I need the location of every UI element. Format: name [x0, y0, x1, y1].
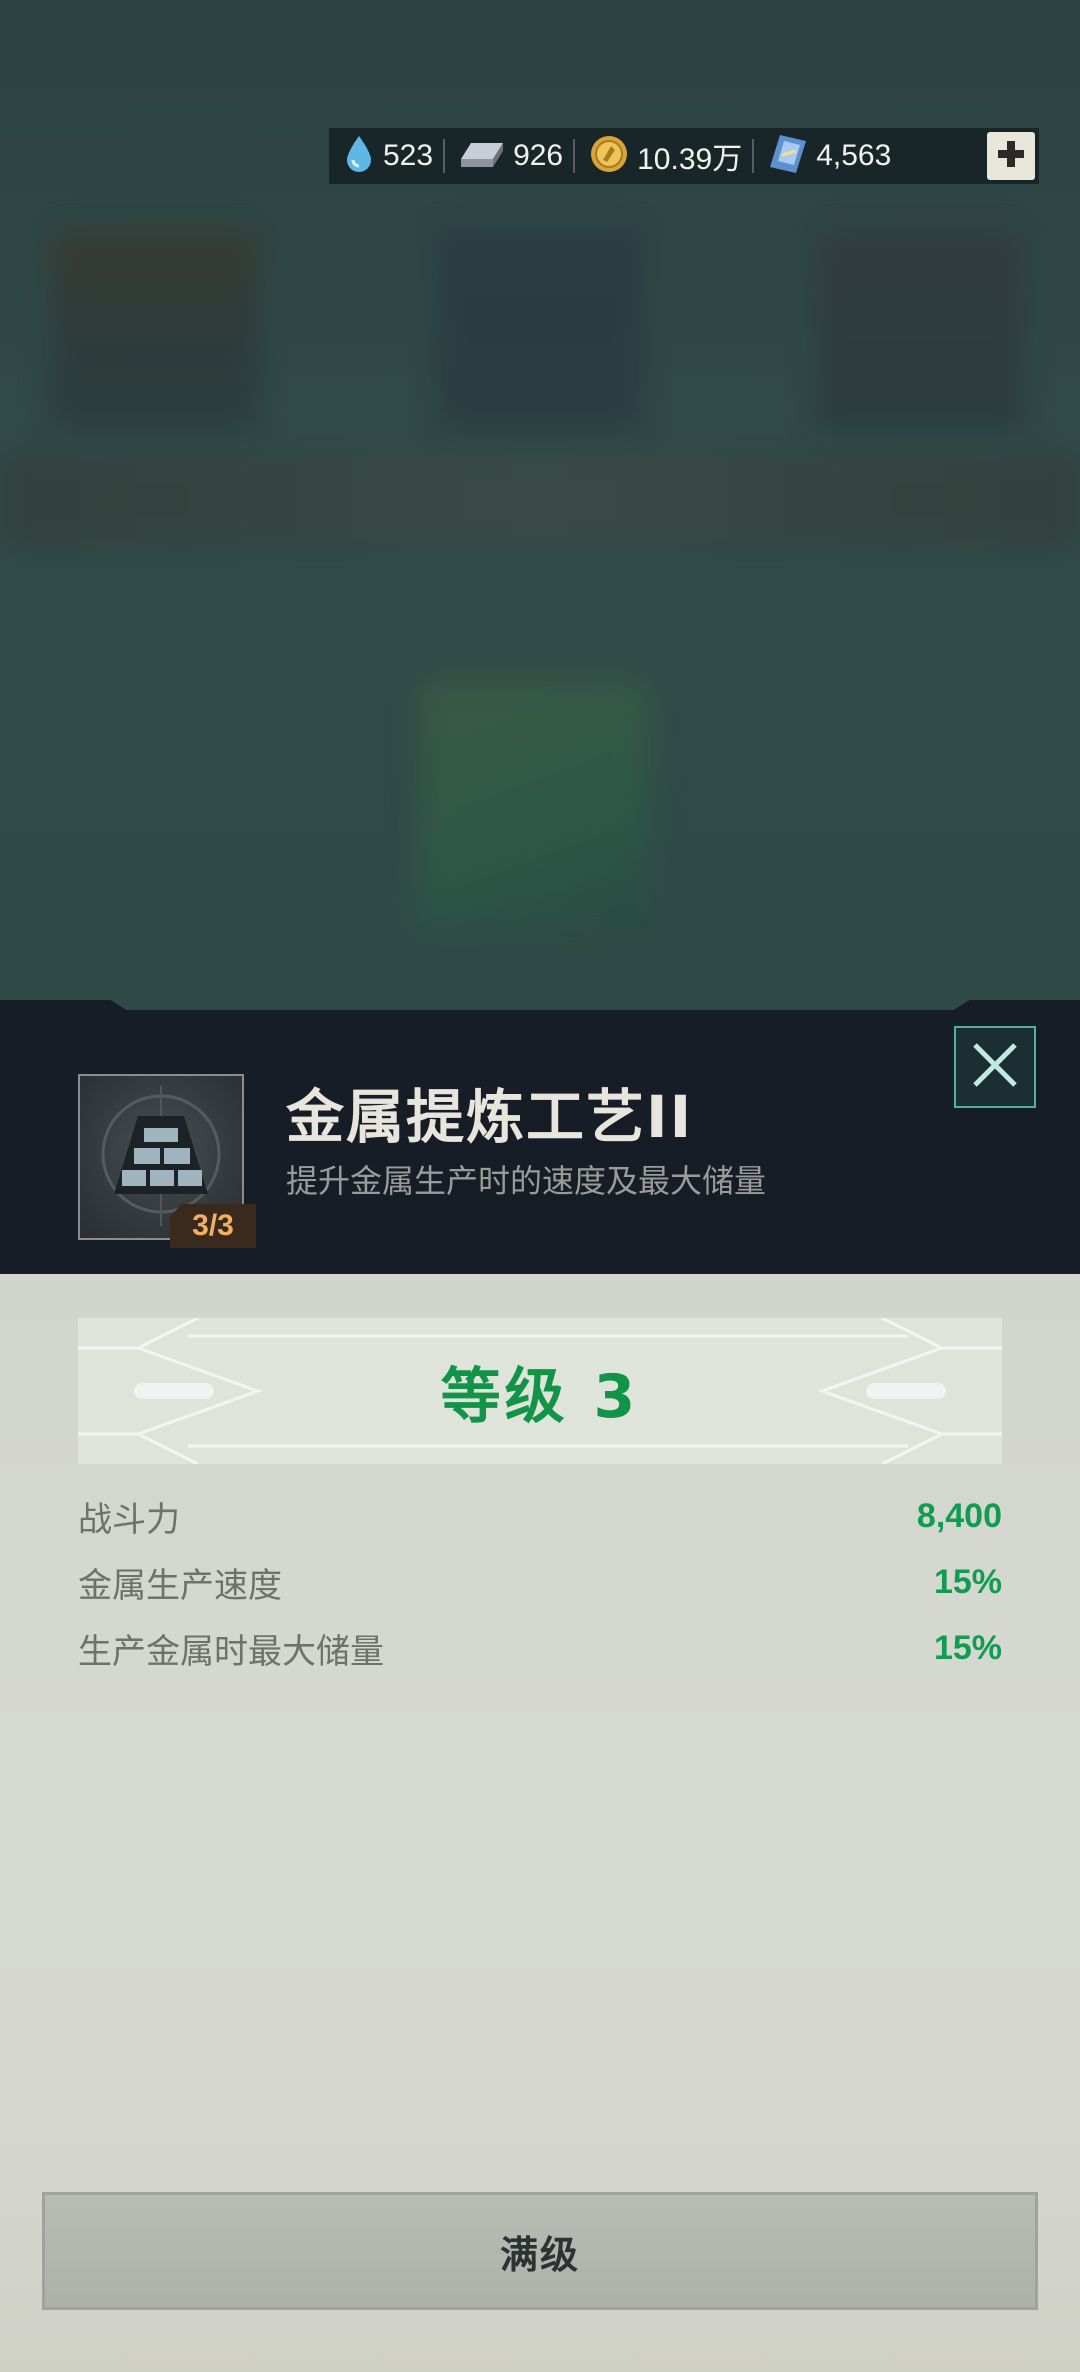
- stat-row-max-storage: 生产金属时最大储量 15%: [78, 1618, 1002, 1678]
- stat-value: 8,400: [916, 1496, 1002, 1535]
- stat-label: 金属生产速度: [78, 1565, 282, 1606]
- resource-blueprint[interactable]: 4,563: [754, 128, 901, 184]
- resource-bar: 523 926 10.39万 4,563: [329, 128, 1039, 184]
- panel-notch: [0, 1000, 130, 1012]
- blurred-card: [435, 230, 645, 430]
- plus-icon: [996, 139, 1026, 173]
- resource-blueprint-value: 4,563: [816, 139, 892, 172]
- gold-coin-icon: [589, 134, 629, 178]
- metal-ingot-icon: [459, 137, 505, 175]
- stat-row-combat-power: 战斗力 8,400: [78, 1486, 1002, 1546]
- tech-detail-panel: 等级 3 战斗力 8,400 金属生产速度 15% 生产金属时最大储量 15% …: [0, 1274, 1080, 2372]
- water-drop-icon: [343, 134, 375, 178]
- tech-title: 金属提炼工艺II: [286, 1083, 694, 1151]
- blurred-center-card: [420, 680, 650, 930]
- max-level-button[interactable]: 满级: [42, 2192, 1038, 2310]
- resource-gold-value: 10.39万: [637, 143, 743, 176]
- blurred-card: [815, 230, 1025, 430]
- tech-header-panel: 3/3 金属提炼工艺II 提升金属生产时的速度及最大储量: [0, 1000, 1080, 1274]
- close-icon: [969, 1039, 1021, 1095]
- level-progress-badge: 3/3: [170, 1204, 256, 1248]
- stat-label: 生产金属时最大储量: [78, 1631, 384, 1672]
- close-button[interactable]: [954, 1026, 1036, 1108]
- resource-water-value: 523: [383, 139, 434, 172]
- resource-gold[interactable]: 10.39万: [575, 128, 752, 184]
- blurred-card: [50, 230, 260, 430]
- add-resource-button[interactable]: [987, 132, 1035, 180]
- stat-value: 15%: [933, 1562, 1002, 1601]
- blurred-band: [0, 455, 1080, 545]
- level-progress-text: 3/3: [192, 1209, 234, 1242]
- blueprint-card-icon: [768, 133, 808, 179]
- tech-description: 提升金属生产时的速度及最大储量: [286, 1162, 767, 1200]
- level-banner: 等级 3: [78, 1318, 1002, 1464]
- stat-value: 15%: [933, 1628, 1002, 1667]
- stat-label: 战斗力: [78, 1499, 180, 1540]
- resource-water[interactable]: 523: [329, 128, 443, 184]
- panel-notch: [950, 1000, 1080, 1012]
- resource-metal[interactable]: 926: [445, 128, 573, 184]
- stat-row-production-speed: 金属生产速度 15%: [78, 1552, 1002, 1612]
- resource-metal-value: 926: [513, 139, 564, 172]
- max-level-button-label: 满级: [499, 2232, 580, 2277]
- level-title: 等级 3: [440, 1361, 640, 1432]
